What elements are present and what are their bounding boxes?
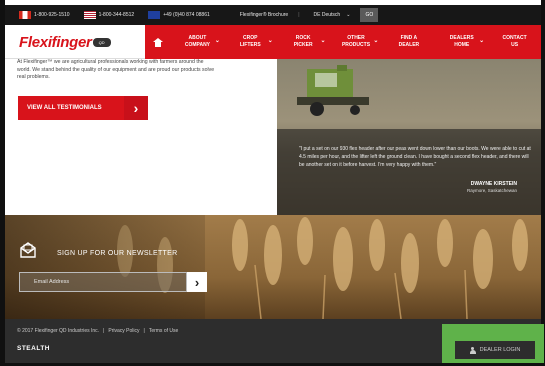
privacy-policy-link[interactable]: Privacy Policy	[108, 328, 139, 334]
testimonial-location: Raymore, Saskatchewan	[466, 188, 517, 193]
nav-find-a-dealer[interactable]: FIND A DEALER	[382, 25, 435, 59]
nav-label: DEALERS HOME	[449, 35, 474, 48]
envelope-icon	[20, 242, 36, 258]
logo-wordmark: Flexifinger	[19, 34, 92, 51]
stealth-credit-link[interactable]: STEALTH	[17, 345, 50, 352]
phone-europe[interactable]: +49 (0)40 874 08861	[148, 11, 210, 19]
chevron-down-icon: ⌄	[373, 38, 379, 44]
nav-label: ROCK PICKER	[293, 35, 313, 48]
testimonial-quote: "I put a set on our 930 flex header afte…	[299, 146, 531, 168]
nav-label: CROP LIFTERS	[239, 35, 261, 48]
phone-canada[interactable]: 1-800-925-1510	[19, 11, 70, 19]
terms-of-use-link[interactable]: Terms of Use	[149, 328, 178, 334]
nav-contact-us[interactable]: CONTACT US	[488, 25, 541, 59]
phone-usa[interactable]: 1-800-344-8512	[83, 11, 135, 19]
testimonials-intro: At Flexifinger™ we are agricultural prof…	[17, 59, 215, 80]
newsletter-heading: SIGN UP FOR OUR NEWSLETTER	[57, 250, 178, 257]
dealer-login-label: DEALER LOGIN	[479, 347, 521, 353]
combine-harvester-image	[297, 65, 369, 116]
button-label: VIEW ALL TESTIMONIALS	[27, 105, 102, 111]
nav-label: CONTACT US	[502, 35, 527, 48]
site-logo[interactable]: Flexifinger QD	[19, 34, 111, 51]
nav-label: ABOUT COMPANY	[184, 35, 211, 48]
chevron-down-icon: ⌄	[479, 38, 485, 44]
phone-europe-number: +49 (0)40 874 08861	[163, 12, 210, 18]
nav-home[interactable]	[145, 25, 171, 59]
dealer-login-highlight: DEALER LOGIN	[442, 324, 544, 365]
testimonial-author: DWAYNE KIRSTEIN	[470, 181, 517, 187]
newsletter-overlay	[5, 215, 205, 319]
page: 1-800-925-1510 1-800-344-8512 +49 (0)40 …	[0, 0, 545, 366]
chevron-down-icon: ⌄	[320, 38, 326, 44]
footer-separator: |	[103, 328, 105, 334]
frame-border-right	[541, 0, 545, 366]
view-all-testimonials-button[interactable]: VIEW ALL TESTIMONIALS ›	[18, 96, 148, 120]
phone-canada-number: 1-800-925-1510	[34, 12, 70, 18]
eu-flag-icon	[148, 11, 161, 19]
canada-flag-icon	[19, 11, 31, 19]
chevron-down-icon: ⌄	[346, 12, 351, 18]
nav-crop-lifters[interactable]: CROP LIFTERS ⌄	[224, 25, 277, 59]
language-select[interactable]: DE Deutsch ⌄	[314, 12, 351, 18]
testimonials-section: At Flexifinger™ we are agricultural prof…	[5, 59, 541, 215]
chevron-down-icon: ⌄	[214, 38, 220, 44]
newsletter-submit-button[interactable]: ›	[187, 272, 207, 292]
combine-harvester-photo: "I put a set on our 930 flex header afte…	[277, 59, 541, 215]
footer-separator: |	[143, 328, 145, 334]
nav-other-products[interactable]: OTHER PRODUCTS ⌄	[330, 25, 383, 59]
testimonial-quote-box: "I put a set on our 930 flex header afte…	[277, 129, 541, 215]
top-utility-bar: 1-800-925-1510 1-800-344-8512 +49 (0)40 …	[5, 5, 541, 25]
footer-links: © 2017 Flexifinger QD Industries Inc. | …	[17, 328, 178, 334]
nav-dealers-home[interactable]: DEALERS HOME ⌄	[435, 25, 488, 59]
nav-about-company[interactable]: ABOUT COMPANY ⌄	[171, 25, 224, 59]
usa-flag-icon	[83, 11, 96, 19]
newsletter-section: SIGN UP FOR OUR NEWSLETTER ›	[5, 215, 541, 319]
nav-menu: ABOUT COMPANY ⌄ CROP LIFTERS ⌄ ROCK PICK…	[145, 25, 541, 59]
copyright-text: © 2017 Flexifinger QD Industries Inc.	[17, 328, 100, 334]
main-navigation: Flexifinger QD ABOUT COMPANY ⌄ CROP LIFT…	[5, 25, 541, 59]
language-select-value: DE Deutsch	[313, 12, 341, 18]
user-icon	[469, 346, 476, 354]
logo-badge: QD	[92, 38, 111, 47]
home-icon	[153, 37, 163, 47]
go-button[interactable]: GO	[360, 8, 379, 22]
chevron-right-icon: ›	[194, 274, 200, 290]
nav-label: OTHER PRODUCTS	[341, 35, 371, 48]
brochure-link[interactable]: Flexifinger® Brochure	[232, 12, 296, 18]
phone-usa-number: 1-800-344-8512	[98, 12, 135, 18]
nav-rock-picker[interactable]: ROCK PICKER ⌄	[277, 25, 330, 59]
topbar-separator: |	[298, 12, 300, 18]
chevron-right-icon: ›	[124, 96, 148, 120]
chevron-down-icon: ⌄	[267, 38, 273, 44]
nav-label: FIND A DEALER	[398, 35, 420, 48]
email-address-input[interactable]	[19, 272, 187, 292]
dealer-login-button[interactable]: DEALER LOGIN	[455, 341, 535, 359]
